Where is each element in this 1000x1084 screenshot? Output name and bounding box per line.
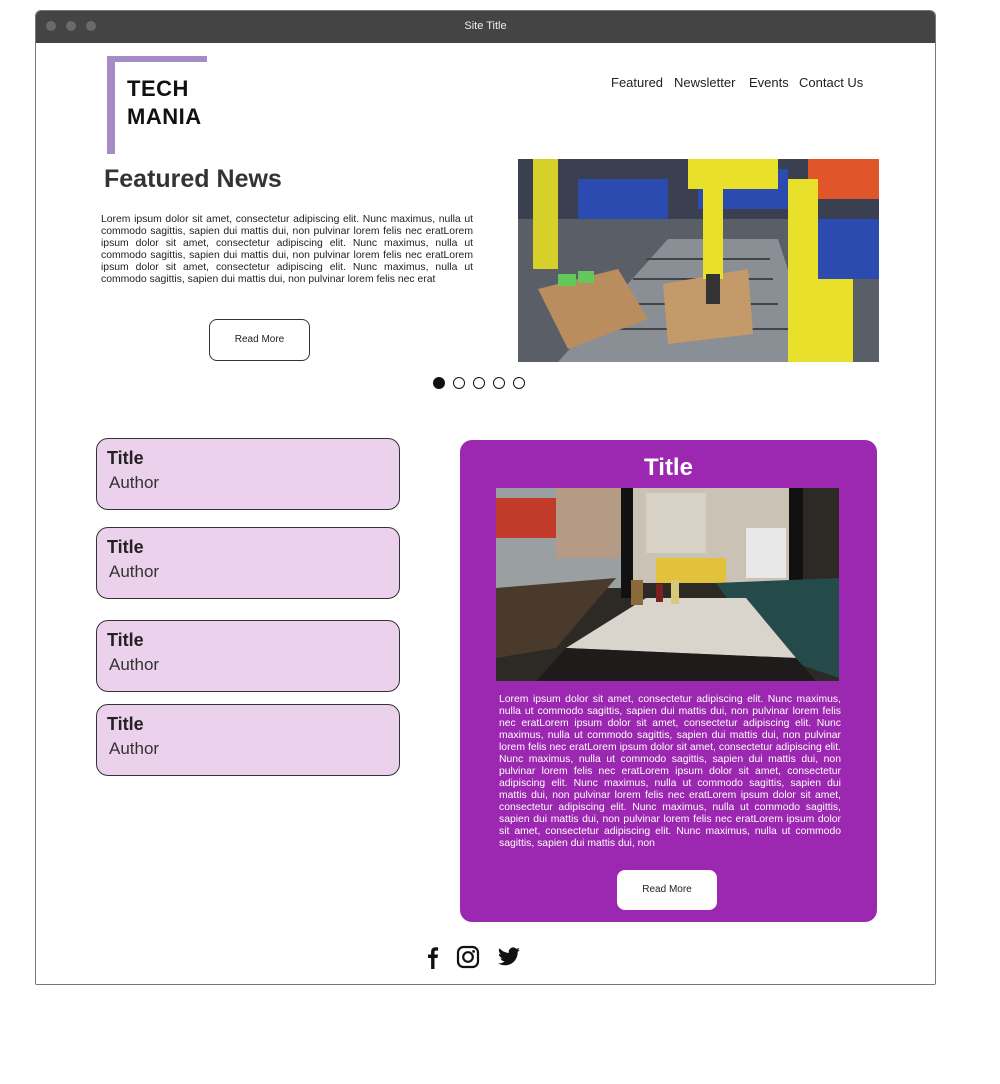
carousel-dot-1[interactable] (433, 377, 445, 389)
article-card[interactable]: Title Author (96, 527, 400, 599)
carousel-dot-2[interactable] (453, 377, 465, 389)
feature-card-title: Title (644, 454, 693, 481)
article-title: Title (107, 714, 144, 734)
feature-card: Title Lorem ipsum dolor sit amet, consec… (460, 440, 877, 922)
logo-bracket-vertical (107, 56, 115, 154)
article-title: Title (107, 630, 144, 650)
browser-window: Site Title TECH MANIA Featured Newslette… (35, 10, 936, 985)
feature-read-more-button[interactable]: Read More (617, 870, 717, 910)
site-logo[interactable]: TECH MANIA (107, 56, 207, 154)
instagram-icon[interactable] (456, 945, 480, 969)
nav-newsletter[interactable]: Newsletter (674, 75, 735, 90)
featured-news-body: Lorem ipsum dolor sit amet, consectetur … (101, 214, 473, 285)
logo-line-1: TECH (127, 76, 189, 101)
article-card[interactable]: Title Author (96, 620, 400, 692)
diner-booth-photo-icon[interactable] (496, 488, 839, 681)
article-title: Title (107, 448, 144, 468)
article-title: Title (107, 537, 144, 557)
window-title: Site Title (464, 20, 507, 32)
carousel-dot-3[interactable] (473, 377, 485, 389)
feature-card-body: Lorem ipsum dolor sit amet, consectetur … (499, 694, 841, 849)
carousel-dot-4[interactable] (493, 377, 505, 389)
logo-line-2: MANIA (127, 104, 202, 129)
twitter-icon[interactable] (497, 945, 521, 969)
nav-contact-us[interactable]: Contact Us (799, 75, 863, 90)
article-author: Author (109, 655, 160, 674)
featured-read-more-button[interactable]: Read More (209, 319, 310, 361)
logo-bracket-horizontal (107, 56, 207, 62)
article-card[interactable]: Title Author (96, 438, 400, 510)
carousel-dot-5[interactable] (513, 377, 525, 389)
robot-arm-photo-icon[interactable] (518, 159, 879, 362)
article-card[interactable]: Title Author (96, 704, 400, 776)
nav-featured[interactable]: Featured (611, 75, 663, 90)
article-author: Author (109, 562, 160, 581)
facebook-icon[interactable] (421, 945, 445, 969)
featured-news-heading: Featured News (104, 165, 282, 193)
nav-events[interactable]: Events (749, 75, 789, 90)
article-author: Author (109, 473, 160, 492)
window-titlebar: Site Title (36, 11, 935, 43)
article-author: Author (109, 739, 160, 758)
